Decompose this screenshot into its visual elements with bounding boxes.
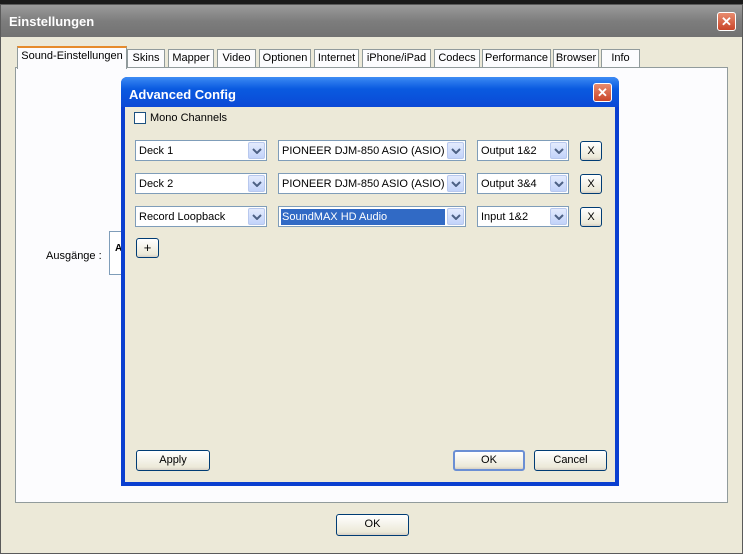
row2-source-select[interactable]: Deck 2 xyxy=(135,173,267,194)
row3-channel-value: Input 1&2 xyxy=(481,211,529,223)
row2-device-value: PIONEER DJM-850 ASIO (ASIO) xyxy=(282,178,445,190)
row3-source-select[interactable]: Record Loopback xyxy=(135,206,267,227)
row1-source-value: Deck 1 xyxy=(139,145,174,157)
row2-device-select[interactable]: PIONEER DJM-850 ASIO (ASIO) xyxy=(278,173,466,194)
row3-remove-button[interactable]: X xyxy=(580,207,602,227)
chevron-down-icon[interactable] xyxy=(550,142,567,159)
row1-device-select[interactable]: PIONEER DJM-850 ASIO (ASIO) xyxy=(278,140,466,161)
dialog-title: Advanced Config xyxy=(129,87,236,102)
chevron-down-icon[interactable] xyxy=(447,142,464,159)
row2-channel-value: Output 3&4 xyxy=(481,178,537,190)
tab-info[interactable]: Info xyxy=(601,49,640,68)
add-row-button[interactable]: + xyxy=(136,238,159,258)
row3-device-value: SoundMAX HD Audio xyxy=(281,209,445,225)
tab-sound-einstellungen[interactable]: Sound-Einstellungen xyxy=(17,46,127,69)
row3-channel-select[interactable]: Input 1&2 xyxy=(477,206,569,227)
settings-close-button[interactable]: ✕ xyxy=(717,12,736,31)
chevron-down-icon[interactable] xyxy=(248,175,265,192)
tab-performance[interactable]: Performance xyxy=(482,49,551,68)
chevron-down-icon[interactable] xyxy=(447,208,464,225)
tab-optionen[interactable]: Optionen xyxy=(259,49,311,68)
dialog-ok-button[interactable]: OK xyxy=(453,450,525,471)
tab-mapper[interactable]: Mapper xyxy=(168,49,214,68)
advanced-config-dialog: Advanced Config ✕ Mono Channels Deck 1 P… xyxy=(121,77,619,486)
row1-channel-select[interactable]: Output 1&2 xyxy=(477,140,569,161)
tab-codecs[interactable]: Codecs xyxy=(434,49,480,68)
tab-skins[interactable]: Skins xyxy=(127,49,165,68)
chevron-down-icon[interactable] xyxy=(550,208,567,225)
tab-browser[interactable]: Browser xyxy=(553,49,599,68)
chevron-down-icon[interactable] xyxy=(248,208,265,225)
row3-device-select[interactable]: SoundMAX HD Audio xyxy=(278,206,466,227)
row2-channel-select[interactable]: Output 3&4 xyxy=(477,173,569,194)
mono-channels-label: Mono Channels xyxy=(150,112,228,124)
row2-remove-button[interactable]: X xyxy=(580,174,602,194)
settings-titlebar[interactable]: Einstellungen ✕ xyxy=(1,5,742,37)
row1-source-select[interactable]: Deck 1 xyxy=(135,140,267,161)
tab-internet[interactable]: Internet xyxy=(314,49,359,68)
dialog-close-button[interactable]: ✕ xyxy=(593,83,612,102)
advanced-config-titlebar[interactable]: Advanced Config ✕ xyxy=(121,77,619,107)
tab-video[interactable]: Video xyxy=(217,49,256,68)
chevron-down-icon[interactable] xyxy=(248,142,265,159)
chevron-down-icon[interactable] xyxy=(550,175,567,192)
dialog-body: Mono Channels Deck 1 PIONEER DJM-850 ASI… xyxy=(125,107,615,482)
row1-device-value: PIONEER DJM-850 ASIO (ASIO) xyxy=(282,145,445,157)
row2-source-value: Deck 2 xyxy=(139,178,174,190)
row1-remove-button[interactable]: X xyxy=(580,141,602,161)
row1-channel-value: Output 1&2 xyxy=(481,145,537,157)
settings-title: Einstellungen xyxy=(9,14,95,29)
apply-button[interactable]: Apply xyxy=(136,450,210,471)
close-icon: ✕ xyxy=(597,85,608,100)
dialog-cancel-button[interactable]: Cancel xyxy=(534,450,607,471)
tab-iphone-ipad[interactable]: iPhone/iPad xyxy=(362,49,431,68)
ausgaenge-label: Ausgänge : xyxy=(46,250,102,262)
checkbox-box[interactable] xyxy=(134,112,146,124)
row3-source-value: Record Loopback xyxy=(139,211,226,223)
settings-ok-button[interactable]: OK xyxy=(336,514,409,536)
chevron-down-icon[interactable] xyxy=(447,175,464,192)
close-icon: ✕ xyxy=(721,14,732,29)
